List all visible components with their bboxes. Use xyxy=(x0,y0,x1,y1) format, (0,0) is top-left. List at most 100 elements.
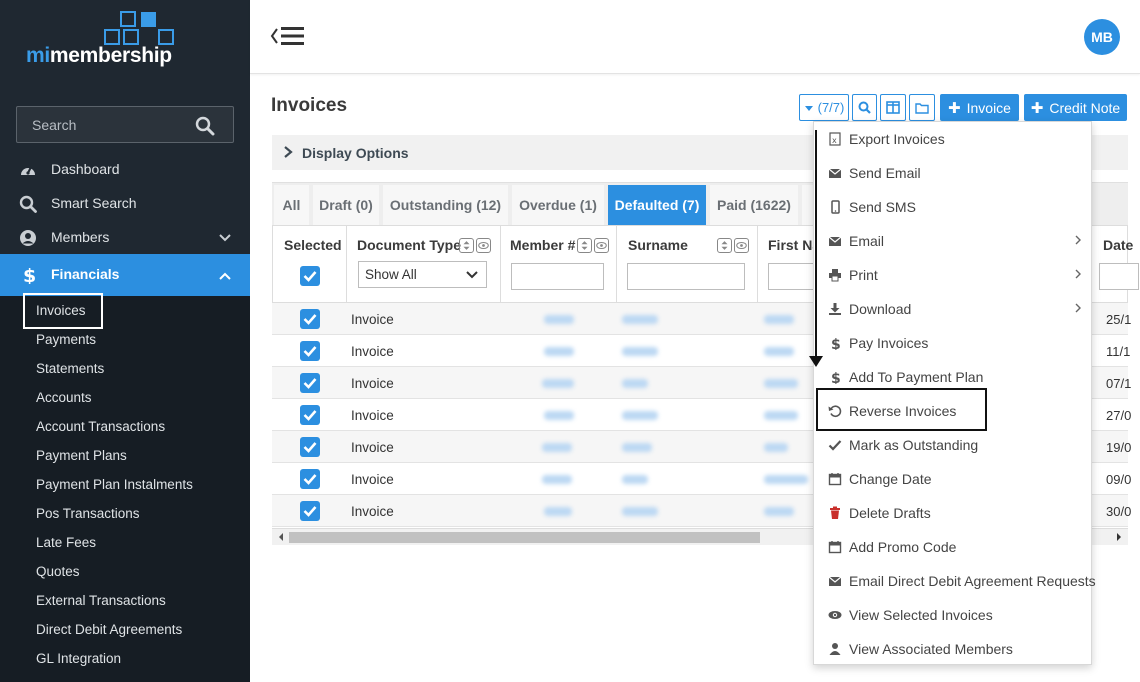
chevron-down-icon xyxy=(219,234,231,242)
member-number-filter-input[interactable] xyxy=(511,263,604,290)
submenu-item-statements[interactable]: Statements xyxy=(36,361,104,376)
row-checkbox[interactable] xyxy=(300,437,320,457)
blurred-first-name xyxy=(764,347,794,356)
scroll-right-icon[interactable] xyxy=(1115,532,1123,542)
blurred-member-number xyxy=(544,347,574,356)
tab-outstanding[interactable]: Outstanding (12) xyxy=(383,185,508,225)
printer-icon xyxy=(829,269,841,282)
chevron-right-icon xyxy=(1075,303,1081,313)
menu-item-pay-invoices[interactable]: $ Pay Invoices xyxy=(814,326,1093,360)
sort-icon[interactable] xyxy=(577,238,592,253)
cell-date: 27/0 xyxy=(1106,408,1132,423)
cell-date: 09/0 xyxy=(1106,472,1132,487)
blurred-first-name xyxy=(764,411,798,420)
tab-paid[interactable]: Paid (1622) xyxy=(710,185,798,225)
plus-icon: ✚ xyxy=(1030,99,1044,117)
check-icon xyxy=(303,271,317,282)
eye-icon[interactable] xyxy=(476,238,491,253)
blurred-surname xyxy=(622,411,658,420)
submenu-item-payments[interactable]: Payments xyxy=(36,332,96,347)
search-icon[interactable] xyxy=(195,116,215,136)
menu-item-change-date[interactable]: Change Date xyxy=(814,462,1093,496)
sort-icon[interactable] xyxy=(717,238,732,253)
sidebar-item-smart-search[interactable]: Smart Search xyxy=(0,186,250,220)
column-date: Date xyxy=(1088,226,1139,304)
row-checkbox[interactable] xyxy=(300,405,320,425)
cell-date: 07/1 xyxy=(1106,376,1132,391)
eye-icon[interactable] xyxy=(594,238,609,253)
menu-item-send-email[interactable]: Send Email xyxy=(814,156,1093,190)
selection-dropdown-button[interactable]: (7/7) xyxy=(799,94,849,121)
date-filter-input[interactable] xyxy=(1099,263,1139,290)
row-checkbox[interactable] xyxy=(300,341,320,361)
new-invoice-button[interactable]: ✚ Invoice xyxy=(940,94,1019,121)
user-icon xyxy=(829,643,841,655)
avatar[interactable]: MB xyxy=(1084,19,1120,55)
menu-item-email[interactable]: Email xyxy=(814,224,1093,258)
dollar-icon: $ xyxy=(831,337,841,350)
menu-item-send-sms[interactable]: Send SMS xyxy=(814,190,1093,224)
row-checkbox[interactable] xyxy=(300,309,320,329)
column-document-type: Document Type Show All xyxy=(347,226,501,304)
menu-item-delete-drafts[interactable]: Delete Drafts xyxy=(814,496,1093,530)
surname-filter-input[interactable] xyxy=(627,263,745,290)
submenu-item-quotes[interactable]: Quotes xyxy=(36,564,80,579)
select-all-checkbox[interactable] xyxy=(300,266,320,286)
tab-all[interactable]: All xyxy=(274,185,309,225)
calendar-icon xyxy=(828,541,842,554)
check-icon xyxy=(303,506,317,517)
tab-defaulted[interactable]: Defaulted (7) xyxy=(608,185,706,225)
sidebar-item-members[interactable]: Members xyxy=(0,220,250,254)
submenu-item-payment-plan-instalments[interactable]: Payment Plan Instalments xyxy=(36,477,193,492)
menu-collapse-icon[interactable] xyxy=(270,24,306,48)
new-credit-note-button[interactable]: ✚ Credit Note xyxy=(1024,94,1127,121)
svg-text:$: $ xyxy=(831,371,841,384)
blurred-first-name xyxy=(764,475,808,484)
trash-icon xyxy=(830,506,840,519)
sidebar-item-dashboard[interactable]: Dashboard xyxy=(0,152,250,186)
submenu-item-pos-transactions[interactable]: Pos Transactions xyxy=(36,506,140,521)
menu-item-print[interactable]: Print xyxy=(814,258,1093,292)
plus-icon: ✚ xyxy=(948,99,961,117)
tab-draft[interactable]: Draft (0) xyxy=(313,185,379,225)
row-checkbox[interactable] xyxy=(300,469,320,489)
row-checkbox[interactable] xyxy=(300,501,320,521)
cell-document-type: Invoice xyxy=(351,472,394,487)
scrollbar-thumb[interactable] xyxy=(289,532,760,543)
submenu-item-payment-plans[interactable]: Payment Plans xyxy=(36,448,127,463)
menu-item-view-selected-invoices[interactable]: View Selected Invoices xyxy=(814,598,1093,632)
eye-icon[interactable] xyxy=(734,238,749,253)
folder-button[interactable] xyxy=(909,94,935,121)
submenu-item-account-transactions[interactable]: Account Transactions xyxy=(36,419,165,434)
document-type-select[interactable]: Show All xyxy=(358,261,487,288)
menu-item-export-invoices[interactable]: x Export Invoices xyxy=(814,122,1093,156)
menu-item-email-direct-debit-requests[interactable]: Email Direct Debit Agreement Requests xyxy=(814,564,1096,598)
submenu-item-gl-integration[interactable]: GL Integration xyxy=(36,651,121,666)
menu-item-add-promo-code[interactable]: Add Promo Code xyxy=(814,530,1093,564)
blurred-first-name xyxy=(764,379,798,388)
menu-item-view-associated-members[interactable]: View Associated Members xyxy=(814,632,1093,666)
sidebar-item-financials[interactable]: $ Financials xyxy=(0,254,250,296)
row-checkbox[interactable] xyxy=(300,373,320,393)
submenu-item-late-fees[interactable]: Late Fees xyxy=(36,535,96,550)
menu-item-mark-as-outstanding[interactable]: Mark as Outstanding xyxy=(814,428,1093,462)
reverse-invoices-highlight-box xyxy=(816,388,987,431)
columns-button[interactable] xyxy=(880,94,906,121)
invoices-highlight-box xyxy=(23,293,103,329)
chevron-down-icon xyxy=(466,271,478,279)
menu-item-download[interactable]: Download xyxy=(814,292,1093,326)
column-label: Selected xyxy=(284,237,342,253)
logo[interactable]: mimembership xyxy=(0,0,250,74)
search-icon xyxy=(19,195,37,213)
submenu-item-accounts[interactable]: Accounts xyxy=(36,390,92,405)
submenu-item-external-transactions[interactable]: External Transactions xyxy=(36,593,166,608)
submenu-item-direct-debit-agreements[interactable]: Direct Debit Agreements xyxy=(36,622,182,637)
search-button[interactable] xyxy=(852,94,877,121)
sort-icon[interactable] xyxy=(459,238,474,253)
caret-down-icon xyxy=(804,105,813,111)
sidebar-search-input[interactable]: Search xyxy=(16,106,234,143)
scroll-left-icon[interactable] xyxy=(277,532,285,542)
chevron-right-icon xyxy=(1075,269,1081,279)
tab-overdue[interactable]: Overdue (1) xyxy=(512,185,604,225)
column-label: Member # xyxy=(510,237,576,253)
